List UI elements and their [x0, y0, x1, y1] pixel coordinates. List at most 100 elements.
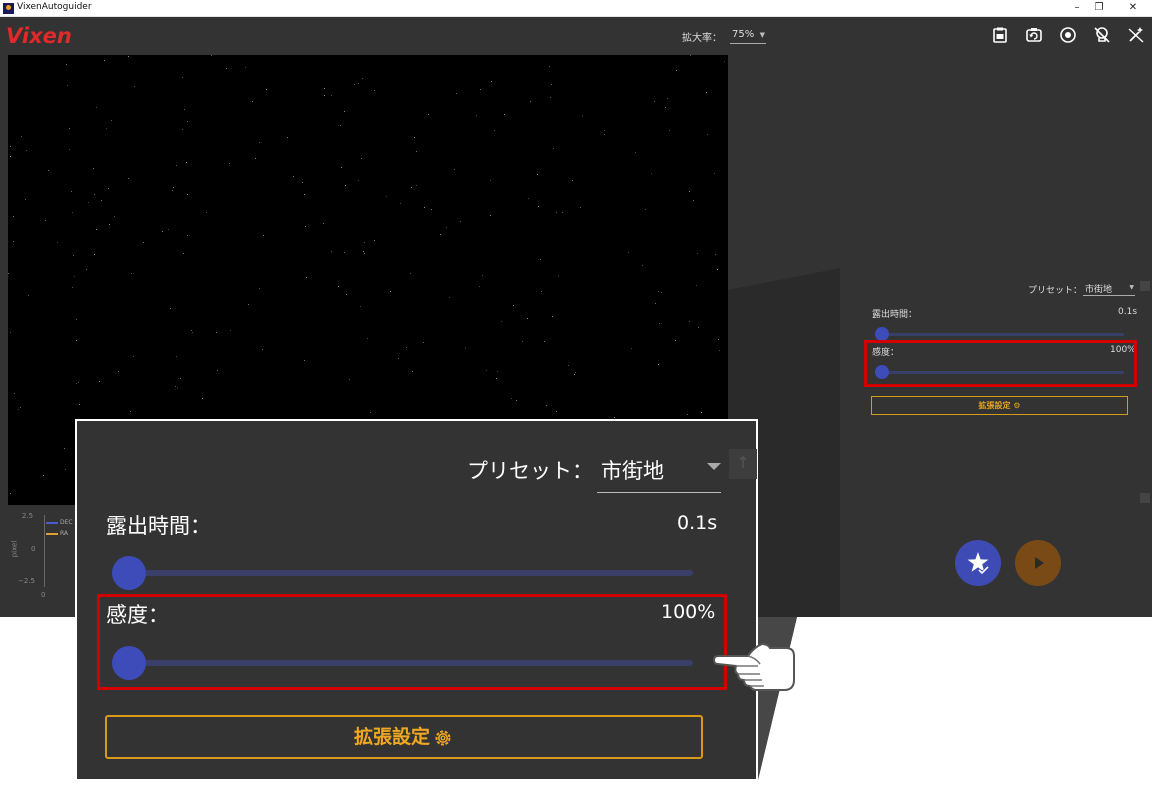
y-axis-label: pixel — [10, 540, 19, 558]
star-point — [64, 448, 65, 449]
star-point — [76, 383, 77, 384]
star-point — [259, 288, 260, 289]
zoomed-exposure-slider-thumb[interactable] — [112, 556, 146, 590]
star-point — [568, 365, 569, 366]
star-point — [431, 209, 432, 210]
star-point — [440, 234, 441, 235]
star-point — [504, 114, 505, 115]
star-point — [689, 321, 690, 322]
star-point — [689, 191, 690, 192]
star-point — [482, 275, 483, 276]
camera-rotate-icon[interactable] — [1024, 25, 1044, 45]
star-point — [10, 493, 11, 494]
star-point — [72, 287, 73, 288]
star-point — [76, 340, 77, 341]
star-point — [479, 286, 480, 287]
advanced-settings-button[interactable]: 拡張設定 ⚙ — [871, 396, 1128, 415]
star-point — [501, 321, 502, 322]
star-point — [324, 95, 325, 96]
star-point — [13, 216, 14, 217]
close-button[interactable]: ✕ — [1116, 0, 1150, 17]
star-point — [628, 252, 629, 253]
star-point — [361, 158, 362, 159]
zoomed-advanced-settings-button[interactable]: 拡張設定 — [105, 715, 703, 759]
target-icon[interactable] — [1058, 25, 1078, 45]
star-point — [550, 97, 551, 98]
star-point — [363, 251, 364, 252]
scrollbar-down[interactable] — [1140, 493, 1150, 503]
zoomed-exposure-label: 露出時間： — [106, 514, 211, 538]
star-point — [187, 194, 188, 195]
star-point — [182, 129, 183, 130]
star-point — [134, 86, 135, 87]
zoomed-preset-select[interactable]: 市街地 — [597, 449, 721, 493]
star-point — [530, 101, 531, 102]
star-point — [513, 305, 514, 306]
preset-value: 市街地 — [1085, 285, 1113, 295]
star-point — [582, 115, 583, 116]
y-tick: 0 — [31, 545, 36, 553]
exposure-slider-thumb[interactable] — [875, 327, 889, 341]
star-point — [553, 148, 554, 149]
legend-dec: DEC — [60, 519, 73, 526]
zoom-select[interactable]: 75% ▼ — [730, 26, 766, 44]
star-point — [96, 229, 97, 230]
star-point — [111, 120, 112, 121]
star-point — [202, 398, 203, 399]
star-point — [446, 227, 447, 228]
clipboard-icon[interactable] — [990, 25, 1010, 45]
star-point — [358, 180, 359, 181]
magic-wand-off-icon[interactable] — [1126, 25, 1146, 45]
star-point — [180, 378, 181, 379]
star-point — [494, 130, 495, 131]
app-icon — [3, 3, 14, 14]
scrollbar-up[interactable] — [1140, 281, 1150, 291]
start-guiding-button[interactable] — [1015, 540, 1061, 586]
zoomed-scroll-up-button[interactable]: ↑ — [729, 449, 757, 479]
star-point — [65, 469, 66, 470]
star-point — [490, 215, 491, 216]
star-point — [412, 371, 413, 372]
star-point — [480, 89, 481, 90]
zoomed-exposure-slider-track[interactable] — [117, 570, 693, 576]
star-point — [449, 297, 450, 298]
star-point — [323, 223, 324, 224]
star-point — [690, 55, 691, 56]
star-point — [183, 253, 184, 254]
star-point — [99, 381, 100, 382]
star-point — [580, 207, 581, 208]
star-point — [416, 151, 417, 152]
star-point — [182, 77, 183, 78]
auto-select-star-button[interactable] — [955, 540, 1001, 586]
star-point — [226, 68, 227, 69]
restore-button[interactable]: ❐ — [1082, 0, 1116, 17]
star-point — [360, 306, 361, 307]
guide-star-off-icon[interactable] — [1092, 25, 1112, 45]
star-point — [14, 393, 15, 394]
zoomed-exposure-value: 0.1s — [677, 512, 718, 534]
star-point — [162, 231, 163, 232]
star-point — [211, 55, 212, 56]
star-point — [540, 259, 541, 260]
star-point — [411, 187, 412, 188]
preset-label: プリセット： — [1028, 286, 1083, 296]
star-point — [305, 226, 306, 227]
star-point — [173, 187, 174, 188]
star-point — [28, 295, 29, 296]
star-point — [306, 277, 307, 278]
zoomed-settings-panel: プリセット： 市街地 ↑ 露出時間： 0.1s 感度： 100% 拡張設定 — [75, 419, 758, 781]
star-point — [465, 348, 466, 349]
star-point — [370, 412, 371, 413]
exposure-slider-track[interactable] — [876, 333, 1124, 336]
star-point — [364, 253, 365, 254]
star-point — [364, 242, 365, 243]
star-point — [669, 130, 670, 131]
star-point — [635, 152, 636, 153]
star-check-icon — [967, 552, 990, 576]
star-point — [398, 358, 399, 359]
zoom-label: 拡大率： — [682, 33, 722, 44]
preset-select[interactable]: 市街地 ▼ — [1083, 279, 1135, 296]
star-point — [252, 101, 253, 102]
star-point — [522, 341, 523, 342]
star-point — [143, 242, 144, 243]
